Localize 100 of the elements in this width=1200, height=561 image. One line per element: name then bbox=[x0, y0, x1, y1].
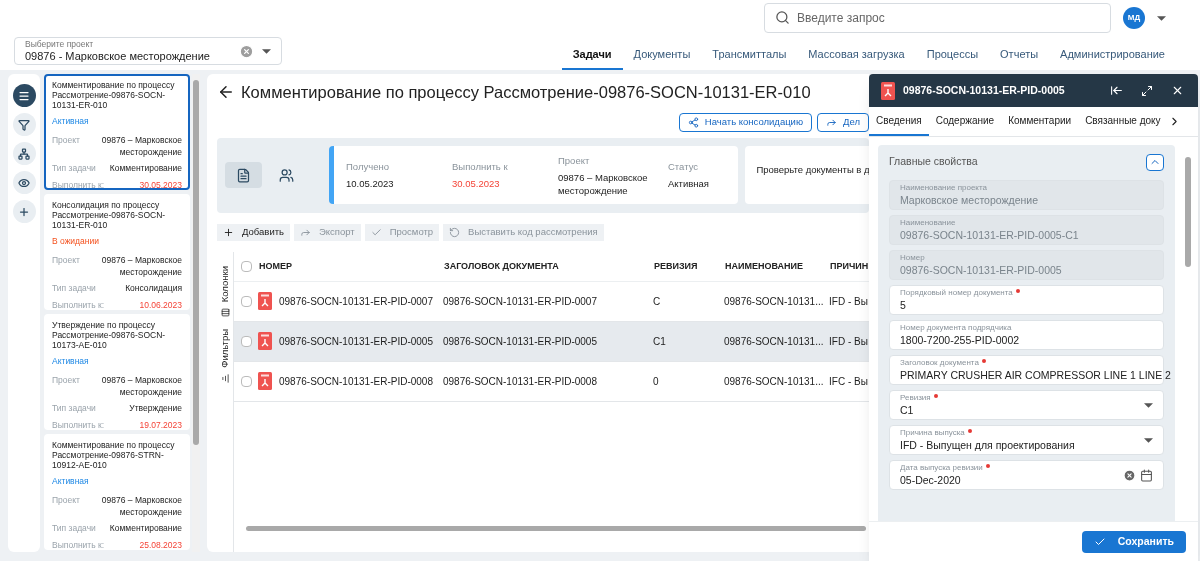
dropdown-caret-icon bbox=[1157, 15, 1166, 21]
field-value: PRIMARY CRUSHER AIR COMPRESSOR LINE 1 LINE 2 bbox=[900, 370, 1171, 381]
rail-button[interactable] bbox=[12, 171, 36, 194]
calendar-icon[interactable] bbox=[1140, 468, 1153, 482]
section-title: Главные свойства bbox=[889, 154, 978, 170]
field-label: Тип задачи bbox=[52, 521, 96, 535]
task-card[interactable]: Консолидация по процессу Рассмотрение-09876-SOCN-10131-ER-010 В ожидании Проект 09876 – Марковское месторождение Тип задачи Консолидация Выполнить к: 10.06.2023 bbox=[44, 194, 190, 310]
columns-icon bbox=[220, 308, 230, 317]
checkbox[interactable] bbox=[240, 375, 252, 387]
clear-icon[interactable] bbox=[239, 43, 254, 59]
info-label: Статус bbox=[668, 160, 700, 175]
caret-icon bbox=[1144, 437, 1153, 443]
clear-icon[interactable] bbox=[1123, 468, 1136, 482]
field-label: Номер bbox=[900, 253, 925, 263]
form-field[interactable]: Причина выпуска IFD - Выпущен для проектирования bbox=[889, 425, 1164, 455]
field-value: IFD - Выпущен для проектирования bbox=[900, 440, 1076, 451]
close-icon[interactable] bbox=[1171, 84, 1184, 97]
pdf-file-icon bbox=[258, 292, 272, 311]
drawer-tab[interactable]: Связанные доку bbox=[1078, 107, 1168, 136]
column-header[interactable]: НОМЕР bbox=[259, 260, 292, 271]
table-cell-text: 0 bbox=[653, 374, 659, 389]
field-value: Комментирование bbox=[109, 521, 182, 535]
field-label: Выполнить к: bbox=[52, 298, 105, 312]
field-value: 1800-7200-255-PID-0002 bbox=[900, 335, 1021, 346]
pdf-file-icon bbox=[881, 81, 895, 100]
task-card[interactable]: Комментирование по процессу Рассмотрение-09876-STRN-10912-AE-010 Активная Проект 09876 – Марковское месторождение Тип задачи Комментирование Выполнить к: 25.08.2023 bbox=[44, 434, 190, 550]
table-cell-text: IFC - Вы bbox=[829, 374, 868, 389]
nav-tab[interactable]: Администрирование bbox=[1049, 40, 1176, 70]
form-field[interactable]: Ревизия C1 bbox=[889, 390, 1164, 420]
nav-tab[interactable]: Отчеты bbox=[989, 40, 1050, 70]
column-header[interactable]: ЗАГОЛОВОК ДОКУМЕНТА bbox=[444, 260, 559, 271]
nav-tab[interactable]: Трансмитталы bbox=[701, 40, 798, 70]
field-label: Заголовок документа bbox=[900, 358, 979, 368]
column-header[interactable]: РЕВИЗИЯ bbox=[654, 260, 698, 271]
drawer-title: 09876-SOCN-10131-ER-PID-0005 bbox=[903, 82, 1066, 98]
save-button[interactable]: Сохранить bbox=[1081, 530, 1186, 553]
note-text: Проверьте документы в д bbox=[756, 164, 869, 176]
field-label: Выполнить к: bbox=[52, 178, 105, 192]
collapse-icon[interactable] bbox=[1110, 84, 1123, 97]
plus-icon bbox=[18, 205, 30, 218]
table-cell-text: 09876-SOCN-10131-ER-PID-0007 bbox=[279, 294, 433, 309]
column-header[interactable]: НАИМЕНОВАНИЕ bbox=[725, 260, 803, 271]
nav-tab[interactable]: Процессы bbox=[915, 40, 990, 70]
user-avatar[interactable]: МД bbox=[1123, 7, 1145, 29]
checkbox[interactable] bbox=[240, 295, 252, 307]
form-field[interactable]: Порядковый номер документа 5 bbox=[889, 285, 1164, 315]
table-row[interactable]: 09876-SOCN-10131-ER-PID-0005 09876-SOCN-10131-ER-PID-0005 C1 09876-SOCN-10131... IFD - Вы bbox=[234, 321, 869, 362]
column-header[interactable]: ПРИЧИН bbox=[830, 260, 869, 271]
nav-tab[interactable]: Задачи bbox=[561, 40, 623, 70]
page-title: Комментирование по процессу Рассмотрение-09876-SOCN-10131-ER-010 bbox=[241, 82, 811, 103]
action-button[interactable]: Начать консолидацию bbox=[678, 112, 813, 132]
rail-button[interactable] bbox=[12, 113, 36, 136]
table-cell-text: IFD - Вы bbox=[829, 294, 868, 309]
drawer-tab[interactable]: Комментарии bbox=[1001, 107, 1079, 136]
filter-icon bbox=[220, 373, 230, 383]
task-title: Комментирование по процессу Рассмотрение-09876-SOCN-10131-ER-010 bbox=[52, 80, 176, 110]
task-card[interactable]: Комментирование по процессу Рассмотрение-09876-SOCN-10131-ER-010 Активная Проект 09876 – Марковское месторождение Тип задачи Комментирование Выполнить к: 30.05.2023 bbox=[44, 74, 190, 190]
collapse-toggle[interactable] bbox=[1146, 153, 1164, 171]
search-field[interactable]: Введите запрос bbox=[764, 3, 1111, 33]
checkbox[interactable] bbox=[240, 335, 252, 347]
checkbox[interactable] bbox=[240, 260, 252, 272]
task-title: Комментирование по процессу Рассмотрение-09876-STRN-10912-AE-010 bbox=[52, 440, 176, 470]
document-icon bbox=[236, 167, 251, 183]
field-value: 30.05.2023 bbox=[139, 178, 182, 192]
field-label: Выберите проект bbox=[25, 40, 95, 49]
plus-icon bbox=[223, 226, 234, 238]
table-cell-text: 09876-SOCN-10131... bbox=[724, 374, 824, 389]
caret-icon bbox=[1144, 402, 1153, 408]
field-value: 09876-SOCN-10131-ER-PID-0005 bbox=[900, 265, 1063, 276]
table-cell-text: 09876-SOCN-10131-ER-PID-0005 bbox=[443, 334, 597, 349]
table-cell-text: C1 bbox=[653, 334, 666, 349]
project-select[interactable]: Выберите проект 09876 - Марковское месторождение bbox=[14, 37, 282, 65]
task-card[interactable]: Утверждение по процессу Рассмотрение-09876-SOCN-10173-AE-010 Активная Проект 09876 – Марковское месторождение Тип задачи Утверждение Выполнить к: 19.07.2023 bbox=[44, 314, 190, 430]
table-cell-text: 09876-SOCN-10131-ER-PID-0005 bbox=[279, 334, 433, 349]
drawer-tab[interactable]: Содержание bbox=[928, 107, 1002, 136]
field-value: Комментирование bbox=[109, 161, 182, 175]
form-field[interactable]: Дата выпуска ревизии 05-Dec-2020 bbox=[889, 460, 1164, 490]
task-title: Утверждение по процессу Рассмотрение-09876-SOCN-10173-AE-010 bbox=[52, 320, 167, 350]
field-label: Дата выпуска ревизии bbox=[900, 463, 983, 473]
form-field[interactable]: Номер документа подрядчика 1800-7200-255-PID-0002 bbox=[889, 320, 1164, 350]
field-value: 25.08.2023 bbox=[139, 538, 182, 552]
toolbar-button[interactable]: Добавить bbox=[217, 223, 290, 241]
nav-tab[interactable]: Документы bbox=[622, 40, 702, 70]
field-label: Проект bbox=[52, 493, 80, 507]
view-tab[interactable] bbox=[225, 162, 262, 189]
field-value: Консолидация bbox=[125, 281, 182, 295]
info-label: Выполнить к bbox=[452, 160, 509, 175]
eye-icon bbox=[18, 176, 30, 189]
people-icon bbox=[279, 167, 294, 183]
rail-button[interactable] bbox=[12, 142, 36, 165]
expand-icon[interactable] bbox=[1141, 84, 1153, 97]
search-icon bbox=[775, 10, 790, 25]
rail-button[interactable] bbox=[12, 84, 36, 107]
side-tab[interactable]: Колонки bbox=[217, 265, 233, 317]
side-tab[interactable]: Фильтры bbox=[217, 329, 233, 383]
field-label: Причина выпуска bbox=[900, 428, 965, 438]
drawer-tab[interactable]: Сведения bbox=[869, 107, 929, 136]
task-status: Активная bbox=[52, 115, 90, 128]
field-label: Проект bbox=[52, 253, 80, 267]
nav-tab[interactable]: Массовая загрузка bbox=[797, 40, 916, 70]
